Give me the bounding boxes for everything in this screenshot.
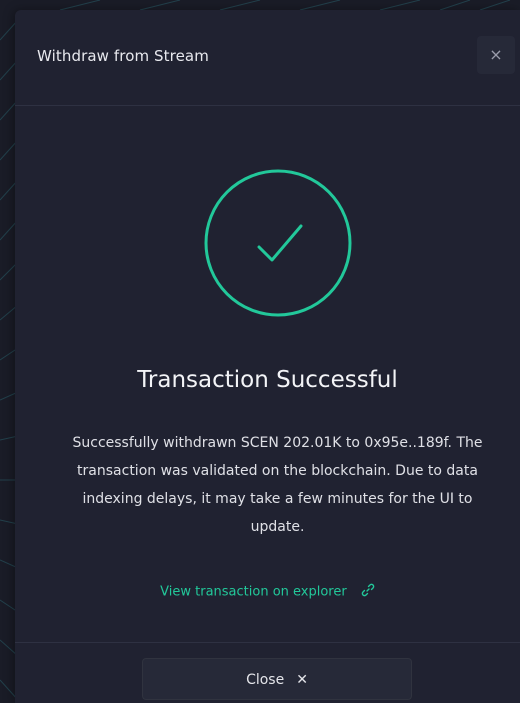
- view-explorer-link[interactable]: View transaction on explorer: [15, 583, 520, 601]
- explorer-link-label: View transaction on explorer: [160, 584, 347, 600]
- close-button[interactable]: Close ✕: [142, 658, 412, 700]
- modal-title: Withdraw from Stream: [37, 47, 209, 65]
- close-icon[interactable]: ×: [477, 36, 515, 74]
- footer-divider: [15, 642, 520, 643]
- check-circle-icon: [204, 169, 352, 321]
- close-button-label: Close: [246, 672, 285, 688]
- modal-header: Withdraw from Stream ×: [15, 10, 520, 106]
- close-icon: ✕: [296, 672, 308, 688]
- status-headline: Transaction Successful: [137, 367, 398, 393]
- link-icon: [361, 583, 375, 601]
- status-message: Successfully withdrawn SCEN 202.01K to 0…: [72, 435, 483, 535]
- withdraw-modal: Withdraw from Stream × Transaction Succe…: [15, 10, 520, 703]
